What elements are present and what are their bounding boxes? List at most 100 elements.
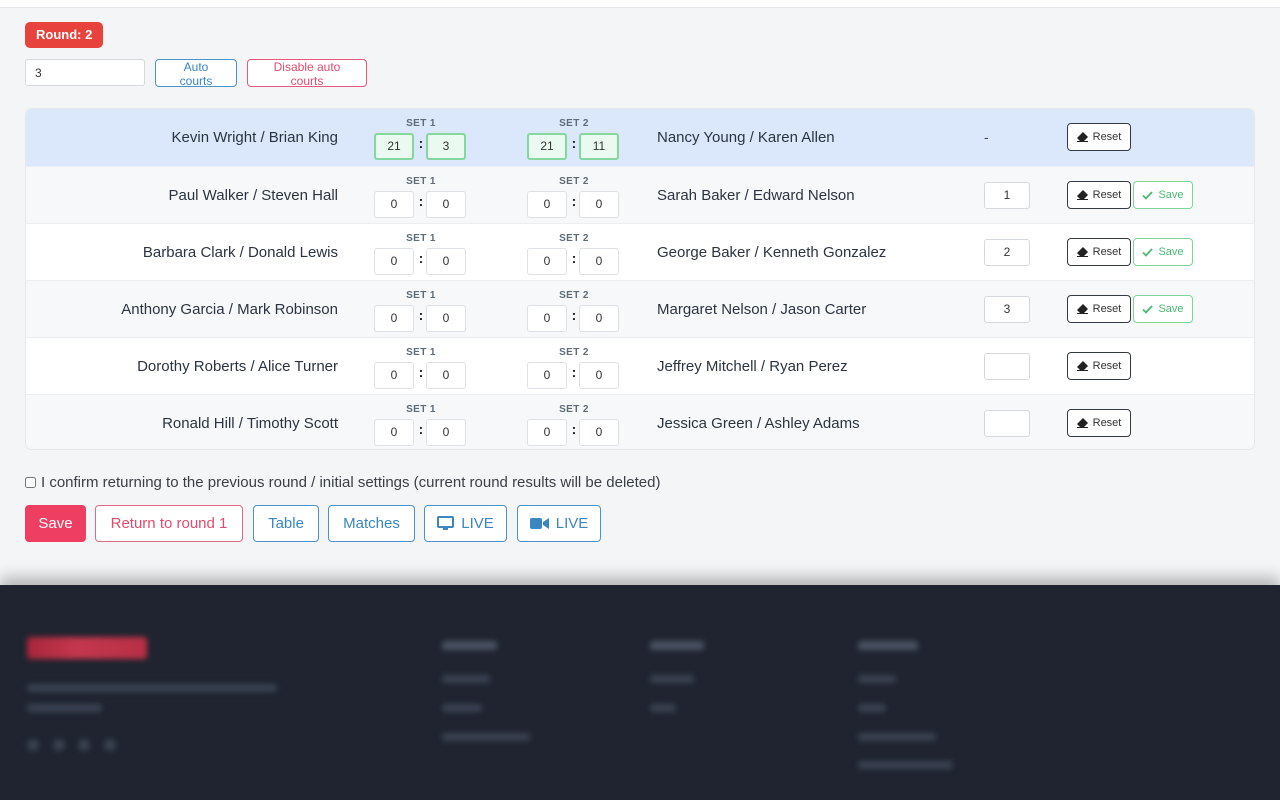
score-separator: : [571, 421, 577, 437]
score-separator: : [418, 250, 424, 266]
set-2-score-left[interactable]: 0 [527, 305, 567, 332]
reset-button[interactable]: Reset [1067, 352, 1131, 380]
set-label: SET 1 [406, 347, 436, 358]
set-1-score-left[interactable]: 0 [374, 191, 414, 218]
set-label: SET 2 [559, 404, 589, 415]
matches-button[interactable]: Matches [328, 505, 415, 542]
court-value: - [984, 129, 989, 145]
footer-logo [27, 637, 147, 659]
set-1-scores: SET 1 0 : 0 [374, 174, 468, 218]
set-1-score-left[interactable]: 0 [374, 419, 414, 446]
set-1-scores: SET 1 0 : 0 [374, 231, 468, 275]
footer-placeholder [442, 733, 530, 741]
set-1-score-right[interactable]: 0 [426, 191, 466, 218]
reset-label: Reset [1092, 246, 1122, 258]
footer-placeholder [858, 641, 918, 650]
set-2-score-left[interactable]: 21 [527, 133, 567, 160]
set-1-scores: SET 1 0 : 0 [374, 288, 468, 332]
team-left: Barbara Clark / Donald Lewis [142, 244, 338, 261]
auto-courts-button[interactable]: Auto courts [155, 59, 237, 88]
score-separator: : [571, 364, 577, 380]
set-2-score-right[interactable]: 0 [579, 191, 619, 218]
match-row: Anthony Garcia / Mark Robinson SET 1 0 :… [26, 280, 1254, 337]
social-icon [27, 739, 39, 751]
eraser-icon [1076, 361, 1088, 371]
reset-button[interactable]: Reset [1067, 181, 1131, 209]
team-right: Jessica Green / Ashley Adams [657, 415, 860, 432]
set-2-score-right[interactable]: 0 [579, 305, 619, 332]
set-2-scores: SET 2 0 : 0 [527, 174, 621, 218]
save-match-button[interactable]: Save [1133, 295, 1193, 323]
team-left: Ronald Hill / Timothy Scott [162, 415, 338, 432]
set-2-score-right[interactable]: 0 [579, 248, 619, 275]
set-1-score-right[interactable]: 0 [426, 248, 466, 275]
video-camera-icon [529, 518, 549, 529]
confirm-return-checkbox[interactable] [25, 477, 36, 488]
eraser-icon [1076, 247, 1088, 257]
footer-placeholder [442, 641, 497, 650]
set-1-score-right[interactable]: 0 [426, 305, 466, 332]
set-2-score-right[interactable]: 0 [579, 362, 619, 389]
set-1-score-right[interactable]: 0 [426, 362, 466, 389]
score-separator: : [418, 135, 424, 151]
set-1-score-left[interactable]: 0 [374, 362, 414, 389]
eraser-icon [1076, 304, 1088, 314]
save-match-label: Save [1158, 303, 1184, 315]
check-icon [1142, 304, 1154, 314]
court-input[interactable]: 3 [984, 296, 1030, 323]
set-1-scores: SET 1 0 : 0 [374, 345, 468, 389]
eraser-icon [1076, 132, 1088, 142]
set-1-score-left[interactable]: 21 [374, 133, 414, 160]
set-1-score-left[interactable]: 0 [374, 248, 414, 275]
save-round-button[interactable]: Save [25, 505, 86, 542]
set-2-score-left[interactable]: 0 [527, 419, 567, 446]
reset-button[interactable]: Reset [1067, 295, 1131, 323]
set-label: SET 1 [406, 118, 436, 129]
social-icon [104, 739, 116, 751]
match-row: Dorothy Roberts / Alice Turner SET 1 0 :… [26, 337, 1254, 394]
set-2-score-left[interactable]: 0 [527, 362, 567, 389]
set-1-score-left[interactable]: 0 [374, 305, 414, 332]
footer-placeholder [27, 684, 277, 692]
top-bar [0, 0, 1280, 8]
court-input[interactable] [984, 410, 1030, 437]
set-1-score-right[interactable]: 3 [426, 133, 466, 160]
return-to-round-label: Return to round 1 [110, 515, 228, 532]
set-1-score-right[interactable]: 0 [426, 419, 466, 446]
table-button[interactable]: Table [253, 505, 319, 542]
eraser-icon [1076, 190, 1088, 200]
footer-placeholder [650, 641, 704, 650]
set-label: SET 2 [559, 118, 589, 129]
set-label: SET 1 [406, 233, 436, 244]
set-label: SET 1 [406, 176, 436, 187]
match-row: Paul Walker / Steven Hall SET 1 0 : 0 SE… [26, 166, 1254, 223]
reset-label: Reset [1092, 131, 1122, 143]
footer-placeholder [442, 675, 490, 683]
live-video-button[interactable]: LIVE [517, 505, 601, 542]
team-right: Nancy Young / Karen Allen [657, 129, 835, 146]
return-to-round-button[interactable]: Return to round 1 [95, 505, 243, 542]
court-input[interactable]: 2 [984, 239, 1030, 266]
reset-label: Reset [1092, 303, 1122, 315]
set-2-score-left[interactable]: 0 [527, 248, 567, 275]
check-icon [1142, 190, 1154, 200]
set-label: SET 2 [559, 176, 589, 187]
disable-auto-courts-button[interactable]: Disable auto courts [247, 59, 367, 88]
reset-button[interactable]: Reset [1067, 409, 1131, 437]
set-2-score-right[interactable]: 0 [579, 419, 619, 446]
footer-placeholder [442, 704, 482, 712]
courts-count-input[interactable] [25, 59, 145, 86]
footer-placeholder [650, 704, 676, 712]
reset-button[interactable]: Reset [1067, 123, 1131, 151]
team-left: Anthony Garcia / Mark Robinson [121, 301, 338, 318]
set-1-scores: SET 1 21 : 3 [374, 116, 468, 160]
save-match-button[interactable]: Save [1133, 181, 1193, 209]
reset-button[interactable]: Reset [1067, 238, 1131, 266]
set-2-score-left[interactable]: 0 [527, 191, 567, 218]
court-input[interactable]: 1 [984, 182, 1030, 209]
confirm-return-checkbox-label[interactable]: I confirm returning to the previous roun… [25, 474, 660, 491]
court-input[interactable] [984, 353, 1030, 380]
set-2-score-right[interactable]: 11 [579, 133, 619, 160]
save-match-button[interactable]: Save [1133, 238, 1193, 266]
live-monitor-button[interactable]: LIVE [424, 505, 507, 542]
